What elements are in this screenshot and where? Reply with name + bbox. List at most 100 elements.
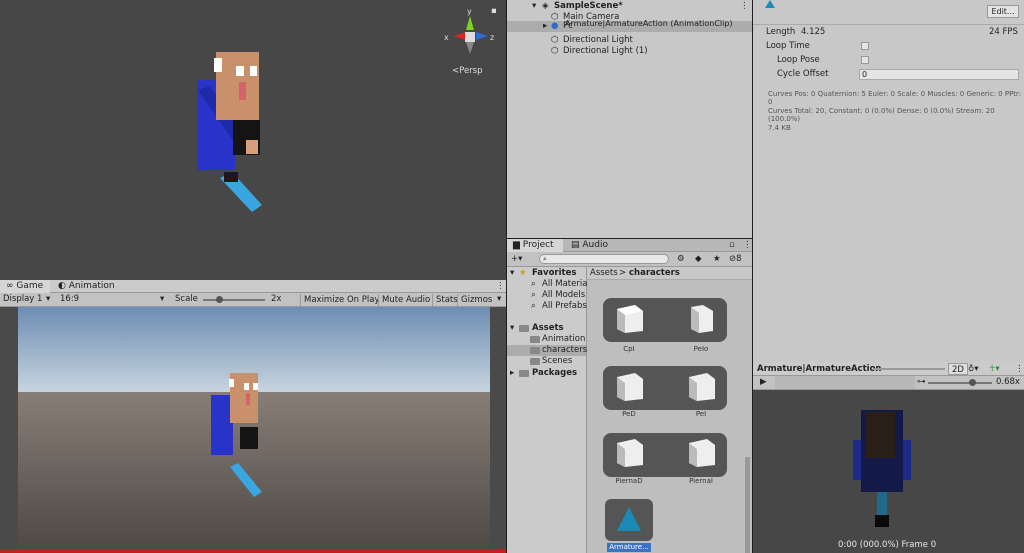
cycle-offset-label: Cycle Offset bbox=[777, 69, 829, 79]
folder-icon bbox=[519, 325, 529, 332]
more-menu-icon[interactable]: ⋮ bbox=[496, 281, 505, 292]
scrollbar[interactable] bbox=[745, 457, 750, 553]
hierarchy-item[interactable]: ▸ ● Pc Armature|ArmatureAction (Animatio… bbox=[507, 19, 752, 32]
hierarchy-item[interactable]: ⬡ Directional Light (1) bbox=[507, 46, 752, 57]
loop-time-label: Loop Time bbox=[766, 41, 810, 51]
hidden-count[interactable]: ⊘8 bbox=[729, 254, 742, 265]
loop-pose-checkbox[interactable] bbox=[861, 56, 869, 64]
scene-gizmo[interactable]: y x z bbox=[444, 6, 496, 66]
breadcrumb-root[interactable]: Assets bbox=[590, 268, 618, 279]
avatar-icon[interactable]: ☥▾ bbox=[989, 364, 1000, 375]
assets-header[interactable]: ▾ Assets bbox=[507, 323, 586, 334]
asset-label[interactable]: PiernaI bbox=[671, 477, 731, 485]
packages-label: Packages bbox=[532, 368, 578, 378]
tab-audio-mixer[interactable]: ▤ Audio Mixer bbox=[565, 239, 637, 263]
cycle-offset-field[interactable]: 0 bbox=[859, 69, 1019, 80]
animation-clip-icon bbox=[765, 0, 775, 8]
2d-toggle[interactable]: 2D bbox=[948, 363, 968, 375]
mesh-icon[interactable] bbox=[687, 371, 717, 403]
lock-icon[interactable]: ▫ bbox=[729, 240, 735, 251]
search-icon: ⌕ bbox=[531, 301, 536, 311]
curves-info: Curves Pos: 0 Quaternion: 5 Euler: 0 Sca… bbox=[768, 90, 1022, 98]
add-icon[interactable]: +▾ bbox=[511, 254, 522, 265]
asset-label[interactable]: PeD bbox=[599, 410, 659, 418]
asset-folder-label: Animation bbox=[542, 334, 586, 344]
more-menu-icon[interactable]: ⋮ bbox=[1015, 364, 1024, 375]
game-icon: ∞ bbox=[6, 281, 17, 291]
tab-project[interactable]: ▆ Project bbox=[507, 239, 563, 252]
scale-slider-knob[interactable] bbox=[215, 296, 223, 303]
preview-view[interactable]: 0:00 (000.0%) Frame 0 bbox=[753, 390, 1024, 553]
favorite-item-label: All Materia bbox=[542, 279, 588, 289]
asset-label[interactable]: PeIo bbox=[671, 345, 731, 353]
hierarchy-item[interactable]: ⬡ Directional Light bbox=[507, 35, 752, 46]
gameobject-icon: ⬡ bbox=[551, 35, 559, 45]
loop-time-checkbox[interactable] bbox=[861, 42, 869, 50]
scene-view[interactable]: y x z ▪ <Persp bbox=[0, 0, 506, 280]
mesh-icon[interactable] bbox=[687, 303, 717, 335]
folder-icon bbox=[519, 370, 529, 377]
favorite-item[interactable]: ⌕ All Materia bbox=[507, 279, 588, 290]
pivot-icon[interactable]: ♁▾ bbox=[968, 364, 979, 375]
favorite-item[interactable]: ⌕ All Models bbox=[507, 290, 586, 301]
breadcrumb-current[interactable]: characters bbox=[629, 268, 680, 279]
play-icon[interactable]: ▶ bbox=[760, 377, 767, 388]
speed-slider-knob[interactable] bbox=[968, 379, 976, 386]
display-select[interactable]: Display 1 bbox=[3, 294, 42, 305]
persp-label[interactable]: <Persp bbox=[452, 66, 483, 77]
asset-folder[interactable]: Scenes bbox=[507, 356, 586, 367]
curves-info: 0 bbox=[768, 98, 773, 106]
breadcrumb-separator: > bbox=[619, 268, 627, 278]
label-icon[interactable]: ◆ bbox=[695, 254, 702, 265]
folder-icon: ▆ bbox=[513, 240, 523, 250]
gizmo-z-label: z bbox=[490, 33, 495, 42]
search-input[interactable]: ⌕ bbox=[539, 254, 669, 264]
breadcrumb: Assets > characters bbox=[587, 267, 752, 280]
search-icon: ⌕ bbox=[543, 255, 547, 263]
tab-game[interactable]: ∞ Game bbox=[0, 280, 50, 293]
gameobject-icon: ⬡ bbox=[551, 46, 559, 56]
asset-label[interactable]: CpI bbox=[599, 345, 659, 353]
tab-animation[interactable]: ◐ Animation bbox=[52, 280, 122, 293]
preview-header: Armature|ArmatureAction 2D ♁▾ ☥▾ ⋮ bbox=[753, 362, 1024, 376]
timeline-progress bbox=[0, 549, 506, 553]
search-icon: ⌕ bbox=[531, 290, 536, 300]
gizmos-button[interactable]: Gizmos bbox=[457, 294, 495, 306]
clip-size: 7.4 KB bbox=[768, 124, 791, 132]
more-menu-icon[interactable]: ⋮ bbox=[743, 240, 752, 251]
chevron-down-icon: ▾ bbox=[497, 294, 502, 304]
star-icon: ★ bbox=[519, 268, 527, 278]
mute-audio-button[interactable]: Mute Audio bbox=[378, 294, 433, 306]
hierarchy-panel: ▾ ◈ SampleScene* ⋮ ⬡ Main Camera ▸ ● Pc … bbox=[507, 0, 752, 238]
scene-root[interactable]: ▾ ◈ SampleScene* ⋮ bbox=[507, 1, 752, 12]
scale-slider[interactable] bbox=[203, 296, 265, 303]
project-grid: Assets > characters CpI PeIo PeD PeI Pie… bbox=[587, 267, 752, 553]
filter-type-icon[interactable]: ⚙ bbox=[677, 254, 685, 265]
animation-clip-tile[interactable] bbox=[605, 499, 653, 541]
edit-button[interactable]: Edit... bbox=[987, 5, 1019, 18]
star-icon[interactable]: ★ bbox=[713, 254, 721, 265]
mesh-icon[interactable] bbox=[615, 303, 645, 335]
maximize-on-play-button[interactable]: Maximize On Play bbox=[300, 294, 382, 306]
mesh-icon[interactable] bbox=[615, 437, 645, 469]
game-render bbox=[18, 307, 490, 551]
asset-label[interactable]: PiernaD bbox=[599, 477, 659, 485]
favorite-item[interactable]: ⌕ All Prefabs bbox=[507, 301, 587, 312]
favorites-label: Favorites bbox=[532, 268, 577, 278]
lock-icon[interactable]: ▪ bbox=[491, 6, 497, 17]
aspect-select[interactable]: 16:9 bbox=[60, 294, 79, 305]
more-menu-icon[interactable]: ⋮ bbox=[740, 1, 749, 12]
speed-slider[interactable] bbox=[928, 379, 992, 386]
search-icon: ⌕ bbox=[531, 279, 536, 289]
scale-label: Scale bbox=[175, 294, 198, 304]
asset-label-selected[interactable]: Armature... bbox=[607, 543, 651, 552]
asset-label[interactable]: PeI bbox=[671, 410, 731, 418]
gizmo-x-label: x bbox=[444, 33, 449, 42]
preview-timeline[interactable] bbox=[775, 376, 915, 389]
packages-header[interactable]: ▸ Packages bbox=[507, 368, 586, 379]
mesh-icon[interactable] bbox=[687, 437, 717, 469]
asset-folder[interactable]: characters bbox=[507, 345, 587, 356]
asset-folder[interactable]: Animation bbox=[507, 334, 586, 345]
favorites-header[interactable]: ▾ ★ Favorites bbox=[507, 268, 586, 279]
mesh-icon[interactable] bbox=[615, 371, 645, 403]
